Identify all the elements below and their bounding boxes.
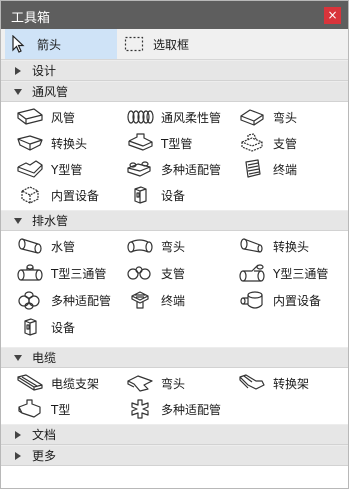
section-design-label: 设计 xyxy=(32,64,57,78)
elbow-icon xyxy=(237,106,267,128)
hvac-tee[interactable]: T型管 xyxy=(125,132,192,154)
marquee-tool-label: 选取框 xyxy=(153,37,190,52)
section-hvac-label: 通风管 xyxy=(32,85,69,99)
drain-pipe[interactable]: 水管 xyxy=(15,235,75,257)
hvac-y-duct[interactable]: Y型管 xyxy=(15,158,82,180)
drain-elbow[interactable]: 弯头 xyxy=(125,235,185,257)
cable-multi-adapter-icon xyxy=(125,398,155,420)
cable-transition-icon xyxy=(237,372,267,394)
hvac-flex-duct[interactable]: 通风柔性管 xyxy=(125,106,221,128)
chevron-right-icon xyxy=(13,451,23,461)
tee-icon xyxy=(125,132,155,154)
section-hvac[interactable]: 通风管 xyxy=(1,81,348,102)
cable-elbow[interactable]: 弯头 xyxy=(125,372,185,394)
drain-inline-equipment[interactable]: 内置设备 xyxy=(237,289,321,311)
chevron-down-icon xyxy=(13,353,23,363)
chevron-right-icon xyxy=(13,66,23,76)
hvac-multi-adapter[interactable]: 多种适配管 xyxy=(125,158,221,180)
cable-tray-icon xyxy=(15,372,45,394)
duct-icon xyxy=(15,106,45,128)
arrow-tool[interactable]: 箭头 xyxy=(5,29,117,59)
pipe-inline-equipment-icon xyxy=(237,289,267,311)
drain-terminal[interactable]: 终端 xyxy=(125,289,185,311)
window-title: 工具箱 xyxy=(11,11,51,26)
hvac-branch[interactable]: 支管 xyxy=(237,132,297,154)
hvac-duct[interactable]: 风管 xyxy=(15,106,75,128)
pipe-tee-icon xyxy=(15,262,45,284)
cable-tools: 电缆支架 弯头 转换架 T型 多种适配管 xyxy=(1,368,348,424)
title-bar[interactable]: 工具箱 × xyxy=(1,1,348,29)
cable-multi-adapter[interactable]: 多种适配管 xyxy=(125,398,221,420)
drain-equipment[interactable]: 设备 xyxy=(15,316,75,338)
section-design[interactable]: 设计 xyxy=(1,60,348,81)
section-more-label: 更多 xyxy=(32,449,57,463)
hvac-transition[interactable]: 转换头 xyxy=(15,132,87,154)
drain-y-tee[interactable]: Y型三通管 xyxy=(237,262,328,284)
hvac-elbow[interactable]: 弯头 xyxy=(237,106,297,128)
section-drain-label: 排水管 xyxy=(32,214,69,228)
pipe-branch-icon xyxy=(125,262,155,284)
selection-tools: 箭头 选取框 xyxy=(1,29,348,60)
transition-icon xyxy=(15,132,45,154)
marquee-icon xyxy=(121,29,147,59)
toolbox-window: 工具箱 × 箭头 选取框 设计 通风管 风管 通风柔性管 弯头 转换头 T型管 … xyxy=(0,0,349,489)
cable-tray[interactable]: 电缆支架 xyxy=(15,372,99,394)
y-duct-icon xyxy=(15,158,45,180)
terminal-grille-icon xyxy=(237,158,267,180)
hvac-terminal[interactable]: 终端 xyxy=(237,158,297,180)
cable-elbow-icon xyxy=(125,372,155,394)
hvac-tools: 风管 通风柔性管 弯头 转换头 T型管 支管 Y型管 多种适配管 终端 内置设备… xyxy=(1,102,348,210)
equipment-icon xyxy=(125,184,155,206)
cable-tee-icon xyxy=(15,398,45,420)
pipe-transition-icon xyxy=(237,235,267,257)
drain-transition[interactable]: 转换头 xyxy=(237,235,309,257)
section-more[interactable]: 更多 xyxy=(1,445,348,466)
section-document-label: 文档 xyxy=(32,428,57,442)
hvac-inline-equipment[interactable]: 内置设备 xyxy=(15,184,99,206)
pipe-icon xyxy=(15,235,45,257)
drain-multi-adapter[interactable]: 多种适配管 xyxy=(15,289,111,311)
chevron-down-icon xyxy=(13,87,23,97)
pipe-multi-adapter-icon xyxy=(15,289,45,311)
flex-duct-icon xyxy=(125,106,155,128)
close-button[interactable]: × xyxy=(324,7,341,24)
drain-terminal-icon xyxy=(125,289,155,311)
pipe-equipment-icon xyxy=(15,316,45,338)
pipe-y-tee-icon xyxy=(237,262,267,284)
pipe-elbow-icon xyxy=(125,235,155,257)
inline-equipment-icon xyxy=(15,184,45,206)
multi-adapter-icon xyxy=(125,158,155,180)
drain-tools: 水管 弯头 转换头 T型三通管 支管 Y型三通管 多种适配管 终端 内置设备 设… xyxy=(1,231,348,347)
cable-tee[interactable]: T型 xyxy=(15,398,70,420)
branch-icon xyxy=(237,132,267,154)
chevron-down-icon xyxy=(13,216,23,226)
marquee-tool[interactable]: 选取框 xyxy=(121,29,241,59)
drain-branch[interactable]: 支管 xyxy=(125,262,185,284)
section-drain[interactable]: 排水管 xyxy=(1,210,348,231)
chevron-right-icon xyxy=(13,430,23,440)
cursor-arrow-icon xyxy=(5,29,31,59)
section-cable-label: 电缆 xyxy=(32,351,57,365)
cable-transition[interactable]: 转换架 xyxy=(237,372,309,394)
section-document[interactable]: 文档 xyxy=(1,424,348,445)
arrow-tool-label: 箭头 xyxy=(37,37,62,52)
drain-tee[interactable]: T型三通管 xyxy=(15,262,106,284)
section-cable[interactable]: 电缆 xyxy=(1,347,348,368)
hvac-equipment[interactable]: 设备 xyxy=(125,184,185,206)
